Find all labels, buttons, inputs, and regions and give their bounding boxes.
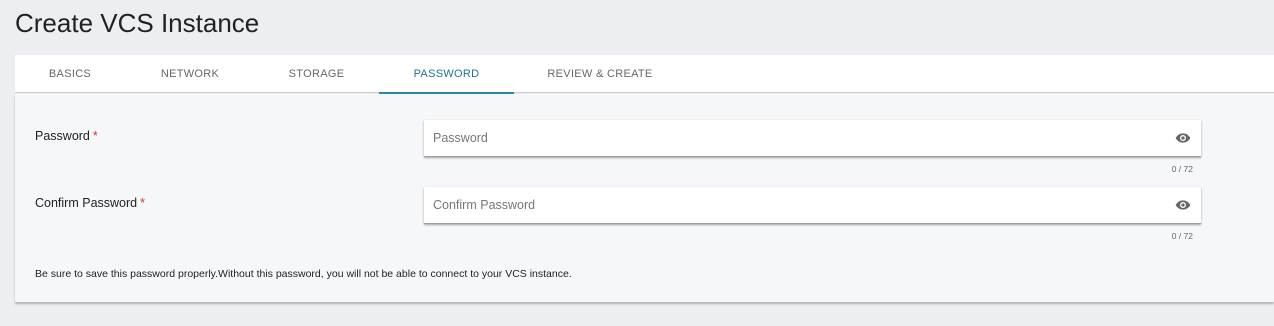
required-mark: * [92, 129, 98, 143]
tab-basics-label: BASICS [48, 68, 92, 80]
tab-basics[interactable]: BASICS [15, 55, 125, 93]
tab-storage-label: STORAGE [288, 68, 345, 80]
page-title: Create VCS Instance [15, 8, 260, 38]
password-field [424, 120, 1201, 157]
password-label-text: Password [35, 129, 90, 143]
tab-bar: BASICS NETWORK STORAGE PASSWORD REVIEW &… [15, 55, 1274, 94]
confirm-password-label: Confirm Password * [35, 196, 145, 210]
tab-storage[interactable]: STORAGE [255, 55, 378, 93]
password-input[interactable] [433, 120, 1153, 155]
confirm-password-char-counter: 0 / 72 [1171, 231, 1193, 241]
confirm-password-label-text: Confirm Password [35, 196, 138, 210]
password-char-counter: 0 / 72 [1171, 164, 1193, 174]
required-mark: * [140, 196, 145, 210]
password-form-card: Password * 0 / 72 Confirm Password * 0 / 7… [15, 94, 1274, 302]
tab-password-label: PASSWORD [413, 68, 480, 80]
password-label: Password * [35, 129, 98, 143]
confirm-password-field [424, 187, 1201, 224]
eye-icon[interactable] [1174, 197, 1192, 213]
password-notice: Be sure to save this password properly.W… [35, 268, 572, 280]
confirm-password-input[interactable] [433, 187, 1153, 222]
tab-network[interactable]: NETWORK [125, 55, 255, 93]
tab-review-create-label: REVIEW & CREATE [547, 68, 653, 80]
tab-review-create[interactable]: REVIEW & CREATE [529, 55, 671, 93]
tab-password[interactable]: PASSWORD [379, 55, 514, 94]
eye-icon[interactable] [1174, 130, 1192, 146]
tab-network-label: NETWORK [160, 68, 220, 80]
